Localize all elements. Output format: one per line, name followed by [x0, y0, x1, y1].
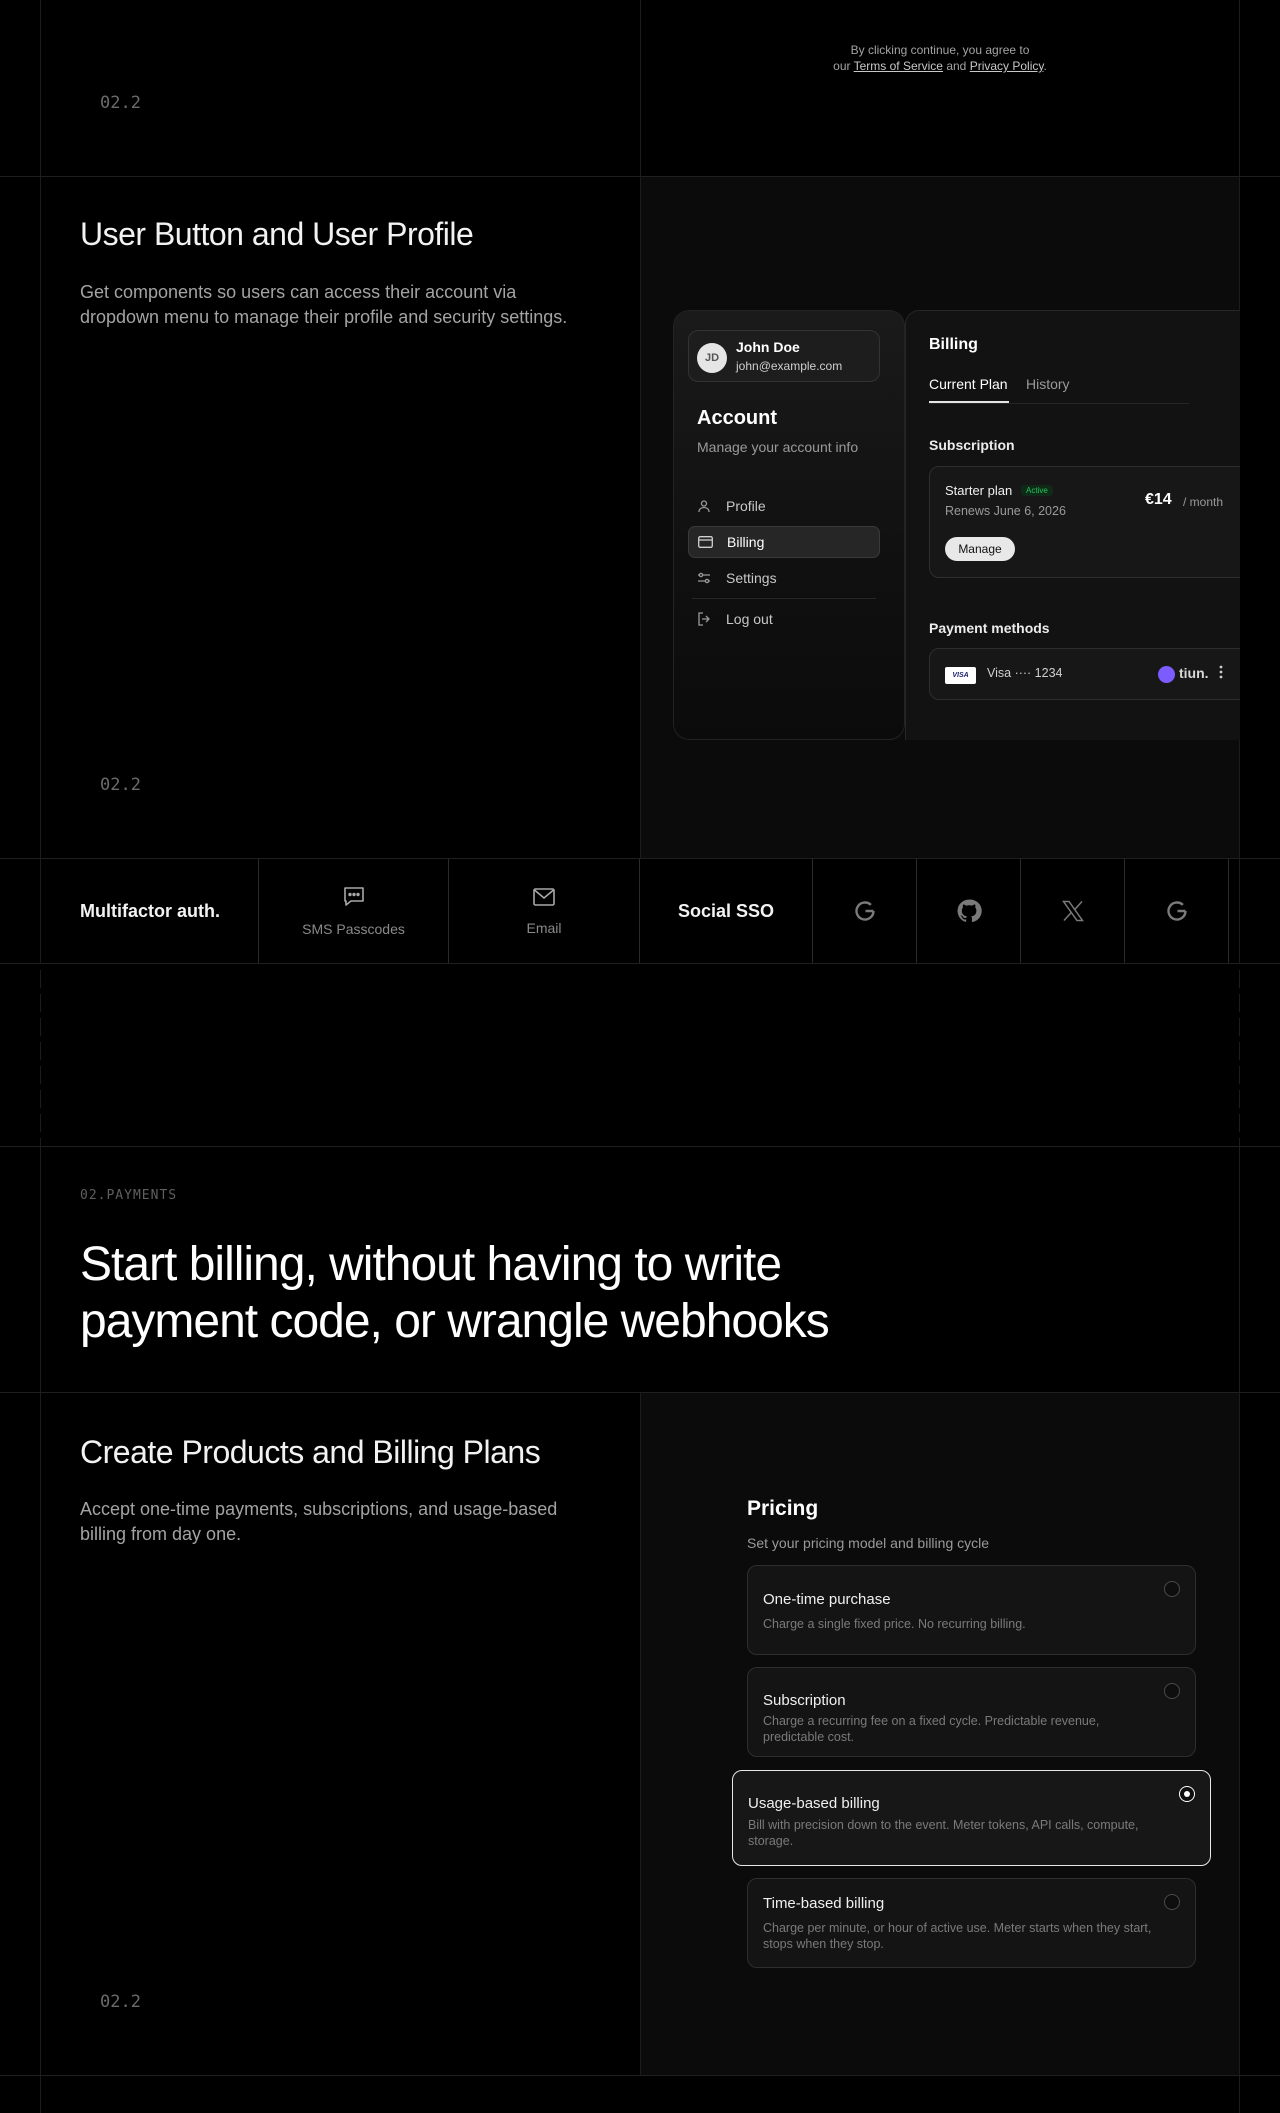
x-icon — [1021, 859, 1124, 963]
sso-title: Social SSO — [677, 900, 775, 921]
pricing-option-usage-based[interactable]: Usage-based billing Bill with precision … — [732, 1770, 1211, 1866]
plan-card: Starter plan Active Renews June 6, 2026 … — [929, 466, 1240, 578]
section-description: Get components so users can access their… — [80, 282, 568, 327]
terms-of-service-link[interactable]: Terms of Service — [854, 59, 943, 73]
github-icon — [917, 859, 1020, 963]
option-title: Usage-based billing — [748, 1795, 880, 1812]
section-index: 02.2 — [100, 1992, 141, 2012]
account-subtitle: Manage your account info — [697, 439, 859, 455]
google-icon — [1125, 859, 1228, 963]
terms-notice: By clicking continue, you agree to our T… — [740, 42, 1140, 74]
tab-history[interactable]: History — [1026, 376, 1070, 392]
log-out-icon — [696, 611, 712, 627]
dashed-line — [40, 964, 41, 1146]
user-name: John Doe — [736, 339, 800, 355]
option-title: One-time purchase — [763, 1591, 891, 1608]
pricing-subtitle: Set your pricing model and billing cycle — [747, 1535, 990, 1551]
dashed-line — [1239, 964, 1240, 1146]
option-description: Charge per minute, or hour of active use… — [763, 1921, 1152, 1951]
menu-item-billing[interactable]: Billing — [688, 526, 880, 558]
user-email: john@example.com — [736, 359, 843, 373]
option-title: Time-based billing — [763, 1895, 885, 1912]
payment-methods-heading: Payment methods — [929, 620, 1050, 636]
top-right-panel — [640, 0, 1239, 176]
section-index: 02.2 — [100, 93, 141, 113]
billing-title: Billing — [929, 336, 978, 353]
manage-button[interactable]: Manage — [945, 537, 1015, 561]
pricing-option-subscription[interactable]: Subscription Charge a recurring fee on a… — [747, 1667, 1196, 1757]
email-item: Email — [449, 859, 639, 963]
menu-item-profile[interactable]: Profile — [688, 490, 880, 522]
radio-button[interactable] — [1179, 1786, 1195, 1802]
visa-logo: VISA — [945, 667, 976, 684]
strip-separator — [1228, 859, 1229, 963]
terms-line: By clicking continue, you agree to — [850, 43, 1030, 57]
menu-divider — [692, 598, 876, 599]
email-label: Email — [526, 919, 562, 936]
user-button[interactable]: JD John Doe john@example.com — [688, 330, 880, 382]
section-eyebrow: 02.PAYMENTS — [80, 1188, 178, 1203]
account-title: Account — [697, 407, 777, 429]
section-index: 02.2 — [100, 775, 141, 795]
sms-label: SMS Passcodes — [302, 920, 405, 937]
tiun-logo: tiun. — [1179, 665, 1209, 681]
tab-divider — [929, 403, 1189, 404]
section-title: User Button and User Profile — [80, 216, 474, 252]
tiun-logo-icon — [1158, 666, 1175, 683]
option-description: Charge a single fixed price. No recurrin… — [763, 1617, 1026, 1631]
user-icon — [696, 498, 712, 514]
sms-passcodes-item: SMS Passcodes — [259, 859, 448, 963]
status-badge: Active — [1021, 485, 1053, 496]
radio-button[interactable] — [1164, 1894, 1180, 1910]
radio-button[interactable] — [1164, 1683, 1180, 1699]
option-description: Charge a recurring fee on a fixed cycle.… — [763, 1714, 1100, 1744]
payments-headline: Start billing, without having to write p… — [80, 1238, 830, 1348]
plan-renewal: Renews June 6, 2026 — [945, 504, 1066, 518]
billing-panel: Billing Current Plan History Subscriptio… — [905, 310, 1240, 740]
section-title: Create Products and Billing Plans — [80, 1434, 541, 1470]
plan-period: / month — [1183, 495, 1224, 509]
account-sidebar: JD John Doe john@example.com Account Man… — [673, 310, 905, 740]
credit-card-icon — [697, 534, 713, 550]
card-number: Visa ···· 1234 — [987, 666, 1063, 680]
divider — [0, 1146, 1280, 1147]
section-description: Accept one-time payments, subscriptions,… — [80, 1499, 558, 1544]
account-card: JD John Doe john@example.com Account Man… — [673, 310, 1240, 740]
payment-method-card: VISA Visa ···· 1234 tiun. — [929, 648, 1240, 700]
sliders-icon — [696, 570, 712, 586]
divider — [0, 963, 1280, 964]
option-title: Subscription — [763, 1692, 846, 1709]
tab-current-plan[interactable]: Current Plan — [929, 376, 1008, 392]
plan-name: Starter plan — [945, 483, 1013, 498]
message-icon — [342, 886, 366, 913]
avatar: JD — [697, 343, 727, 373]
menu-item-settings[interactable]: Settings — [688, 562, 880, 594]
plan-price: €14 — [1145, 491, 1172, 508]
menu-item-log-out[interactable]: Log out — [688, 603, 880, 635]
pricing-option-one-time[interactable]: One-time purchase Charge a single fixed … — [747, 1565, 1196, 1655]
more-options-icon[interactable] — [1219, 665, 1223, 679]
pricing-option-time-based[interactable]: Time-based billing Charge per minute, or… — [747, 1878, 1196, 1968]
divider — [0, 2075, 1280, 2076]
mfa-title: Multifactor auth. — [80, 900, 220, 921]
mail-icon — [532, 887, 556, 912]
pricing-title: Pricing — [747, 1497, 819, 1520]
radio-button[interactable] — [1164, 1581, 1180, 1597]
privacy-policy-link[interactable]: Privacy Policy — [970, 59, 1044, 73]
google-icon — [813, 859, 916, 963]
option-description: Bill with precision down to the event. M… — [748, 1818, 1139, 1848]
subscription-heading: Subscription — [929, 437, 1015, 453]
